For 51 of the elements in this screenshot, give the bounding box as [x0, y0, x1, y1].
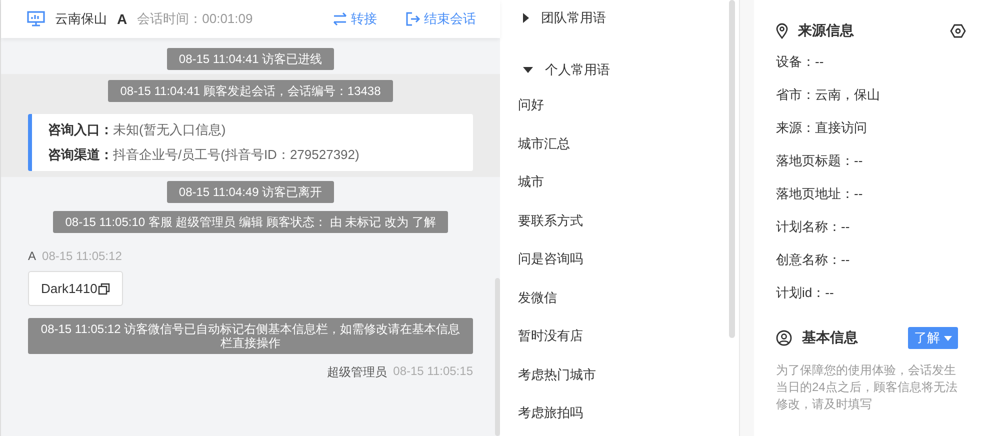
hexagon-settings-icon[interactable] — [950, 24, 966, 38]
info-label: 咨询入口： — [48, 122, 113, 137]
source-field: 计划名称：-- — [776, 218, 966, 251]
phrase-item[interactable]: 问是咨询吗 — [518, 250, 739, 288]
section-title: 来源信息 — [798, 22, 854, 40]
info-label: 咨询渠道： — [48, 147, 113, 162]
caret-down-icon — [523, 67, 533, 73]
sender-name: A — [28, 249, 36, 263]
caret-right-icon — [523, 13, 529, 23]
phrase-item[interactable]: 发微信 — [518, 288, 739, 327]
info-value: 未知(暂无入口信息) — [113, 122, 226, 137]
phrase-item[interactable]: 城市汇总 — [518, 134, 739, 173]
visitor-name: 云南保山 — [55, 10, 107, 28]
session-duration: 会话时间：00:01:09 — [137, 10, 253, 28]
phrase-item[interactable]: 考虑热门城市 — [518, 366, 739, 404]
message-text: Dark1410 — [41, 281, 98, 296]
notice-text: 为了保障您的使用体验，会话发生当日的24点之后，顾客信息将无法修改，请及时填写 — [776, 362, 958, 413]
section-title: 基本信息 — [802, 329, 858, 347]
phrase-group-toggle[interactable]: 团队常用语 — [518, 8, 739, 28]
system-message: 08-15 11:04:49 访客已离开 — [166, 181, 334, 203]
source-field: 创意名称：-- — [776, 251, 966, 284]
copy-icon[interactable] — [98, 282, 110, 294]
system-message: 08-15 11:04:41 顾客发起会话，会话编号：13438 — [108, 80, 393, 102]
source-field: 设备：-- — [776, 53, 966, 86]
phrase-item[interactable]: 考虑旅拍吗 — [518, 404, 739, 436]
caret-down-icon — [944, 336, 952, 340]
phrase-item[interactable]: 暂时没有店 — [518, 327, 739, 366]
scrollbar[interactable] — [729, 0, 735, 338]
sender-name: 超级管理员 — [327, 364, 388, 381]
visitor-tag: A — [117, 11, 128, 27]
source-field: 落地页标题：-- — [776, 152, 966, 185]
system-message: 08-15 11:04:41 访客已进线 — [166, 48, 334, 70]
source-field: 省市：云南，保山 — [776, 86, 966, 119]
phrase-item[interactable]: 城市 — [518, 173, 739, 212]
monitor-icon — [27, 11, 45, 27]
phrase-item[interactable]: 要联系方式 — [518, 212, 739, 250]
scrollbar[interactable] — [495, 278, 500, 436]
phrase-group-toggle[interactable]: 个人常用语 — [518, 60, 739, 80]
user-icon — [776, 330, 792, 346]
system-message: 08-15 11:05:12 访客微信号已自动标记右侧基本信息栏，如需修改请在基本信息栏直接操作 — [28, 318, 473, 354]
source-field: 来源：直接访问 — [776, 119, 966, 152]
location-pin-icon — [776, 23, 788, 39]
exit-icon — [405, 11, 421, 27]
source-field: 落地页地址：-- — [776, 185, 966, 218]
source-field: 计划id：-- — [776, 284, 966, 317]
message-time: 08-15 11:05:15 — [393, 364, 473, 380]
phrase-item[interactable]: 问好 — [518, 96, 739, 134]
system-message: 08-15 11:05:10 客服 超级管理员 编辑 顾客状态： 由 未标记 改为 了解 — [53, 211, 448, 233]
swap-arrows-icon — [332, 12, 348, 26]
info-value: 抖音企业号/员工号(抖音号ID：279527392) — [113, 147, 360, 162]
message-time: 08-15 11:05:12 — [42, 249, 122, 263]
